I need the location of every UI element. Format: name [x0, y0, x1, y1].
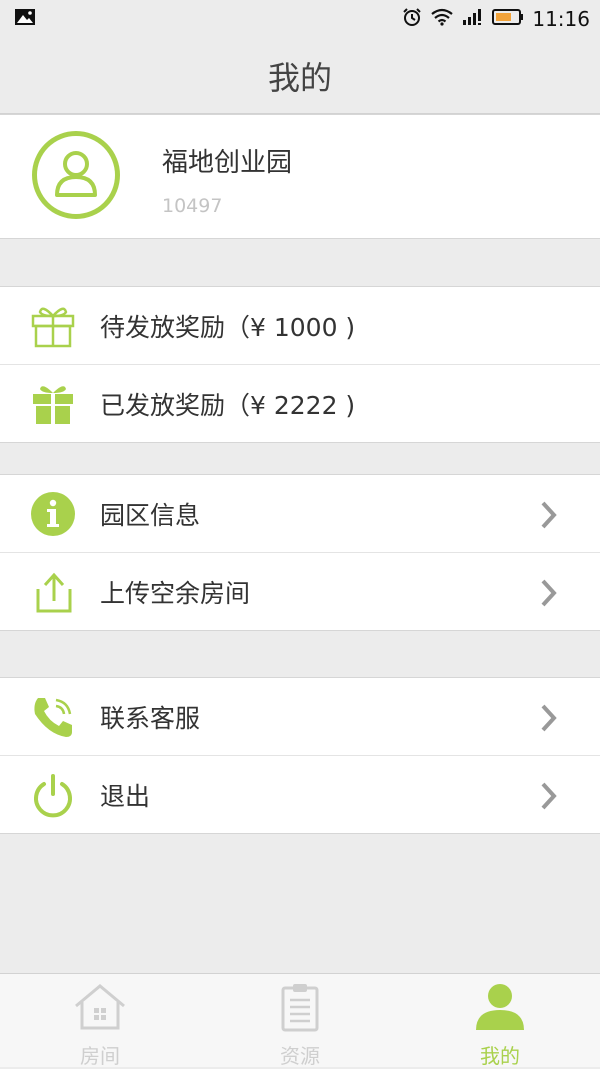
tab-mine-label: 我的: [480, 1044, 520, 1068]
tab-rooms-label: 房间: [80, 1044, 120, 1068]
pending-reward-row[interactable]: 待发放奖励（¥ 1000 ): [0, 287, 600, 364]
person-icon: [472, 982, 528, 1036]
park-info-label: 园区信息: [100, 500, 201, 530]
rewards-card: 待发放奖励（¥ 1000 ) 已发放奖励（¥ 2222 ): [0, 286, 600, 443]
phone-icon: [30, 694, 76, 740]
profile-card[interactable]: [0, 114, 600, 239]
chevron-right-icon: [538, 704, 560, 732]
issued-reward-label: 已发放奖励（¥ 2222 ): [100, 390, 356, 420]
tab-rooms[interactable]: 房间: [0, 974, 200, 1068]
support-menu-card: 联系客服 退出: [0, 677, 600, 834]
profile-id: 10497: [162, 195, 223, 217]
image-icon: [14, 8, 36, 30]
profile-name: 福地创业园: [162, 148, 293, 178]
wifi-icon: [430, 7, 454, 31]
avatar: [32, 131, 120, 219]
page-title: 我的: [0, 38, 600, 114]
person-outline-icon: [48, 145, 104, 205]
status-time: 11:16: [532, 7, 590, 31]
park-info-row[interactable]: 园区信息: [0, 475, 600, 552]
contact-service-label: 联系客服: [100, 703, 201, 733]
upload-room-label: 上传空余房间: [100, 578, 251, 608]
signal-icon: [462, 7, 484, 31]
tab-resources-label: 资源: [280, 1044, 320, 1068]
pending-reward-label: 待发放奖励（¥ 1000 ): [100, 312, 356, 342]
chevron-right-icon: [538, 782, 560, 810]
status-bar: 11:16: [0, 0, 600, 38]
alarm-icon: [402, 7, 422, 32]
upload-icon: [30, 569, 76, 615]
tab-mine[interactable]: 我的: [400, 974, 600, 1068]
issued-reward-row[interactable]: 已发放奖励（¥ 2222 ): [0, 364, 600, 442]
upload-room-row[interactable]: 上传空余房间: [0, 552, 600, 630]
park-menu-card: 园区信息 上传空余房间: [0, 474, 600, 631]
gift-outline-icon: [30, 303, 76, 349]
chevron-right-icon: [538, 501, 560, 529]
info-icon: [30, 491, 76, 537]
chevron-right-icon: [538, 579, 560, 607]
battery-icon: [492, 7, 524, 31]
logout-label: 退出: [100, 781, 151, 811]
gift-filled-icon: [30, 381, 76, 427]
power-icon: [30, 772, 76, 818]
bottom-tab-bar: 房间 资源 我的: [0, 973, 600, 1068]
logout-row[interactable]: 退出: [0, 755, 600, 833]
clipboard-icon: [272, 982, 328, 1036]
tab-resources[interactable]: 资源: [200, 974, 400, 1068]
house-icon: [72, 982, 128, 1036]
contact-service-row[interactable]: 联系客服: [0, 678, 600, 755]
